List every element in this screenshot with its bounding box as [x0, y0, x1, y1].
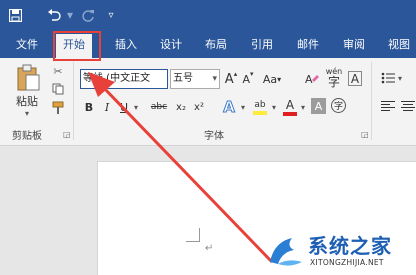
align-center-icon[interactable]	[400, 98, 416, 114]
customize-dropdown-icon[interactable]: ▿	[104, 6, 118, 24]
text-effects-button[interactable]: A	[219, 96, 239, 118]
paste-button[interactable]: 粘贴	[12, 94, 42, 108]
character-shading-button[interactable]: A	[311, 98, 326, 114]
grow-font-button[interactable]: A ▴	[223, 69, 239, 89]
shrink-font-button[interactable]: A ▾	[240, 69, 256, 89]
watermark-logo	[270, 238, 302, 266]
title-bar: ▾ ▿	[0, 0, 416, 30]
ribbon-tabs: 文件 开始 插入 设计 布局 引用 邮件 审阅 视图	[0, 30, 416, 58]
bullets-dropdown-icon[interactable]: ▾	[396, 70, 404, 86]
font-size-value: 五号	[173, 73, 193, 84]
watermark-url: XITONGZHIJIA.NET	[310, 258, 384, 267]
bold-button[interactable]: B	[82, 98, 96, 116]
highlight-swatch	[253, 110, 267, 115]
tab-review[interactable]: 审阅	[336, 34, 372, 58]
font-size-combo[interactable]: 五号 ▾	[170, 69, 220, 89]
grow-font-icon: A	[224, 71, 234, 87]
ribbon-home: 粘贴 ▾ ✂ 剪贴板 ◲ 等线 (中文正文 五号 ▾ A ▴ A ▾ Aa ▾ A	[0, 58, 416, 146]
underline-dropdown-icon[interactable]: ▾	[131, 98, 141, 116]
font-color-swatch	[283, 112, 297, 116]
font-color-button[interactable]: A	[281, 96, 299, 118]
tab-design[interactable]: 设计	[153, 34, 189, 58]
paste-icon[interactable]	[12, 64, 44, 92]
phonetic-guide-icon: 字	[327, 75, 340, 89]
undo-icon[interactable]	[44, 6, 64, 24]
paragraph-mark: ↵	[205, 243, 214, 254]
clear-formatting-icon[interactable]: A	[304, 69, 320, 89]
undo-dropdown-icon[interactable]: ▾	[64, 6, 76, 24]
shrink-font-icon: A	[242, 72, 250, 86]
change-case-icon: Aa	[262, 72, 278, 86]
align-left-icon[interactable]	[380, 98, 396, 114]
word-window: ▾ ▿ 文件 开始 插入 设计 布局 引用 邮件 审阅 视图 粘贴 ▾ ✂ 剪贴…	[0, 0, 416, 275]
cut-icon[interactable]: ✂	[50, 63, 66, 79]
font-name-value: 等线 (中文正文	[83, 73, 151, 84]
highlight-dropdown-icon[interactable]: ▾	[270, 98, 278, 116]
font-launcher-icon[interactable]: ◲	[361, 130, 369, 139]
redo-icon[interactable]	[78, 6, 98, 24]
clipboard-group-label: 剪贴板	[12, 131, 42, 142]
italic-button[interactable]: I	[100, 98, 114, 116]
clipboard-launcher-icon[interactable]: ◲	[63, 130, 71, 139]
chevron-down-icon: ▾	[212, 74, 217, 84]
tab-insert[interactable]: 插入	[108, 34, 144, 58]
font-color-icon: A	[285, 98, 295, 112]
subscript-button[interactable]: x₂	[173, 98, 189, 116]
group-divider	[73, 62, 74, 140]
highlight-icon: ab	[254, 99, 266, 110]
tab-view[interactable]: 视图	[381, 34, 416, 58]
character-border-icon[interactable]: A	[348, 71, 362, 86]
svg-text:A: A	[305, 73, 313, 86]
strikethrough-button[interactable]: abc	[147, 98, 171, 116]
save-icon[interactable]	[4, 6, 26, 24]
format-painter-icon[interactable]	[50, 100, 66, 116]
underline-button[interactable]: U	[117, 98, 131, 116]
font-name-combo[interactable]: 等线 (中文正文	[80, 69, 168, 89]
margin-corner-mark	[186, 228, 200, 242]
copy-icon[interactable]	[50, 81, 66, 97]
site-watermark: 系统之家 XITONGZHIJIA.NET	[264, 228, 414, 272]
watermark-title: 系统之家	[308, 234, 392, 258]
phonetic-guide-button[interactable]: wén 字	[324, 66, 344, 90]
enclose-characters-button[interactable]: 字	[331, 98, 346, 113]
superscript-button[interactable]: x²	[191, 98, 207, 116]
group-divider	[371, 62, 372, 140]
paste-dropdown-icon[interactable]: ▾	[20, 108, 34, 118]
highlight-button[interactable]: ab	[250, 96, 270, 118]
text-effects-icon: A	[223, 98, 236, 117]
tab-mailings[interactable]: 邮件	[290, 34, 326, 58]
text-effects-dropdown-icon[interactable]: ▾	[239, 98, 247, 116]
change-case-button[interactable]: Aa ▾	[260, 69, 284, 89]
tab-file[interactable]: 文件	[9, 34, 45, 58]
font-color-dropdown-icon[interactable]: ▾	[299, 98, 307, 116]
bullets-icon[interactable]	[380, 70, 396, 86]
tab-layout[interactable]: 布局	[198, 34, 234, 58]
tab-home[interactable]: 开始	[56, 34, 92, 58]
font-group-label: 字体	[204, 131, 224, 142]
tab-references[interactable]: 引用	[244, 34, 280, 58]
